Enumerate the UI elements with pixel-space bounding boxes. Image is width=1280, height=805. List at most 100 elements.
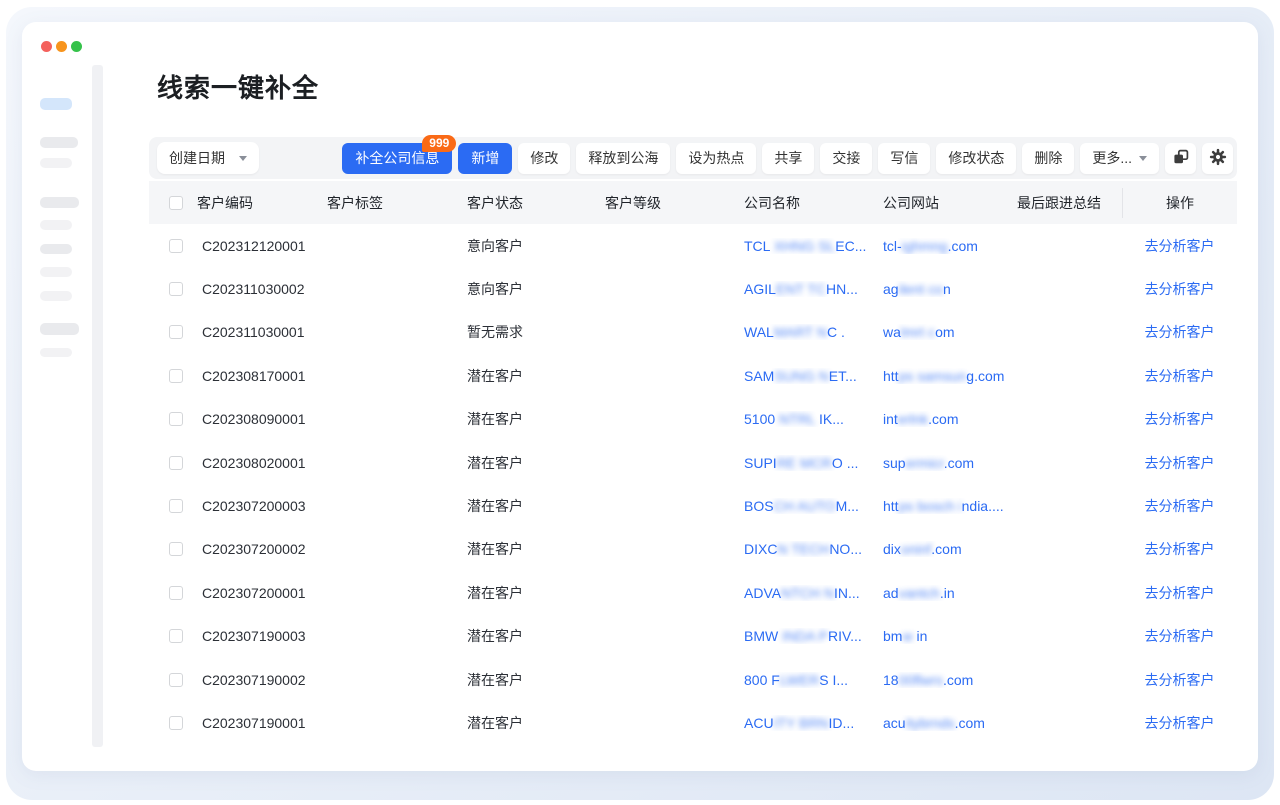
row-checkbox[interactable] (169, 369, 183, 383)
customer-code: C202307200002 (197, 541, 327, 557)
switch-view-button[interactable] (1165, 143, 1196, 174)
set-as-hot-button[interactable]: 设为热点 (676, 143, 756, 174)
customer-status: 潜在客户 (467, 713, 605, 733)
row-checkbox[interactable] (169, 673, 183, 687)
company-website-link[interactable]: dixoninf.com (883, 541, 1017, 557)
settings-button[interactable] (1202, 143, 1233, 174)
analyze-customer-link[interactable]: 去分析客户 (1145, 628, 1215, 644)
analyze-customer-link[interactable]: 去分析客户 (1145, 541, 1215, 557)
complete-company-info-button[interactable]: 补全公司信息 999 (342, 143, 452, 174)
company-name-link[interactable]: BMW INDA PRIV... (744, 628, 883, 644)
more-button[interactable]: 更多... (1080, 143, 1159, 174)
analyze-customer-link[interactable]: 去分析客户 (1145, 585, 1215, 601)
company-website-link[interactable]: walmrt com (883, 324, 1017, 340)
close-window-button[interactable] (41, 41, 52, 52)
row-checkbox[interactable] (169, 716, 183, 730)
row-checkbox[interactable] (169, 586, 183, 600)
sidebar-item-placeholder (40, 323, 79, 335)
company-name-link[interactable]: ACUITY BRNID... (744, 715, 883, 731)
gear-icon (1209, 148, 1227, 169)
select-all-checkbox[interactable] (169, 196, 183, 210)
row-checkbox[interactable] (169, 239, 183, 253)
company-website-link[interactable]: tcl-ighmng.com (883, 238, 1017, 254)
company-name-link[interactable]: WALMART NC . (744, 324, 883, 340)
company-website-link[interactable]: https samsung.com (883, 368, 1017, 384)
table-row: C202311030002 意向客户 AGILENT TCHN... agile… (149, 267, 1237, 310)
analyze-customer-link[interactable]: 去分析客户 (1145, 715, 1215, 731)
company-website-link[interactable]: interlnk.com (883, 411, 1017, 427)
customer-code: C202311030002 (197, 281, 327, 297)
company-name-link[interactable]: SUPIRE MCRO ... (744, 455, 883, 471)
company-name-link[interactable]: BOSCH AUTOM... (744, 498, 883, 514)
company-website-link[interactable]: agilent con (883, 281, 1017, 297)
customer-code: C202312120001 (197, 238, 327, 254)
customer-status: 暂无需求 (467, 322, 605, 342)
add-button[interactable]: 新增 (458, 143, 512, 174)
table-row: C202308090001 潜在客户 5100 NTRL IK... inter… (149, 398, 1237, 441)
column-header-customer-code: 客户编码 (197, 193, 327, 213)
modify-button[interactable]: 修改 (518, 143, 570, 174)
customer-status: 潜在客户 (467, 670, 605, 690)
row-checkbox[interactable] (169, 499, 183, 513)
customer-status: 潜在客户 (467, 583, 605, 603)
sidebar-item-placeholder (40, 267, 72, 277)
release-to-public-pool-button[interactable]: 释放到公海 (576, 143, 670, 174)
table-row: C202307200003 潜在客户 BOSCH AUTOM... https … (149, 484, 1237, 527)
zoom-window-button[interactable] (71, 41, 82, 52)
company-website-link[interactable]: bmw in (883, 628, 1017, 644)
company-name-link[interactable]: 5100 NTRL IK... (744, 411, 883, 427)
customer-code: C202308020001 (197, 455, 327, 471)
date-filter-dropdown[interactable]: 创建日期 (157, 142, 259, 174)
delete-button[interactable]: 删除 (1022, 143, 1074, 174)
row-checkbox[interactable] (169, 456, 183, 470)
write-email-button[interactable]: 写信 (878, 143, 930, 174)
analyze-customer-link[interactable]: 去分析客户 (1145, 368, 1215, 384)
sidebar-active-item-placeholder (40, 98, 72, 110)
analyze-customer-link[interactable]: 去分析客户 (1145, 324, 1215, 340)
company-name-link[interactable]: DIXCN TECHNO... (744, 541, 883, 557)
customer-code: C202308090001 (197, 411, 327, 427)
chevron-down-icon (1139, 156, 1147, 161)
row-checkbox[interactable] (169, 629, 183, 643)
customer-code: C202307190001 (197, 715, 327, 731)
toolbar-buttons: 补全公司信息 999 新增 修改 释放到公海 设为热点 共享 交接 写信 修改状… (342, 143, 1233, 174)
row-checkbox[interactable] (169, 282, 183, 296)
table-row: C202307190001 潜在客户 ACUITY BRNID... acuit… (149, 701, 1237, 744)
analyze-customer-link[interactable]: 去分析客户 (1145, 411, 1215, 427)
company-name-link[interactable]: ADVANTCH NIN... (744, 585, 883, 601)
company-name-link[interactable]: TCL XHNG SLEC... (744, 238, 883, 254)
company-website-link[interactable]: advantch.in (883, 585, 1017, 601)
column-header-company-name: 公司名称 (744, 193, 883, 213)
handover-button[interactable]: 交接 (820, 143, 872, 174)
row-checkbox[interactable] (169, 325, 183, 339)
analyze-customer-link[interactable]: 去分析客户 (1145, 238, 1215, 254)
company-name-link[interactable]: 800 FLWERS I... (744, 672, 883, 688)
customer-status: 潜在客户 (467, 366, 605, 386)
sidebar-item-placeholder (40, 137, 78, 148)
sidebar-item-placeholder (40, 220, 72, 230)
column-header-actions: 操作 (1122, 188, 1237, 218)
customer-code: C202307190002 (197, 672, 327, 688)
change-status-button[interactable]: 修改状态 (936, 143, 1016, 174)
analyze-customer-link[interactable]: 去分析客户 (1145, 455, 1215, 471)
company-website-link[interactable]: https bosch india.... (883, 498, 1017, 514)
table-row: C202308020001 潜在客户 SUPIRE MCRO ... super… (149, 441, 1237, 484)
share-button[interactable]: 共享 (762, 143, 814, 174)
page-title: 线索一键补全 (157, 68, 319, 105)
company-name-link[interactable]: AGILENT TCHN... (744, 281, 883, 297)
minimize-window-button[interactable] (56, 41, 67, 52)
column-header-customer-tag: 客户标签 (327, 193, 467, 213)
row-checkbox[interactable] (169, 412, 183, 426)
customer-status: 意向客户 (467, 279, 605, 299)
customer-status: 潜在客户 (467, 539, 605, 559)
company-website-link[interactable]: supermicr.com (883, 455, 1017, 471)
company-name-link[interactable]: SAMSUNG NET... (744, 368, 883, 384)
analyze-customer-link[interactable]: 去分析客户 (1145, 281, 1215, 297)
row-checkbox[interactable] (169, 542, 183, 556)
customer-code: C202308170001 (197, 368, 327, 384)
analyze-customer-link[interactable]: 去分析客户 (1145, 498, 1215, 514)
company-website-link[interactable]: 1800flwrs.com (883, 672, 1017, 688)
chevron-down-icon (239, 156, 247, 161)
analyze-customer-link[interactable]: 去分析客户 (1145, 672, 1215, 688)
company-website-link[interactable]: acuitybrnds.com (883, 715, 1017, 731)
